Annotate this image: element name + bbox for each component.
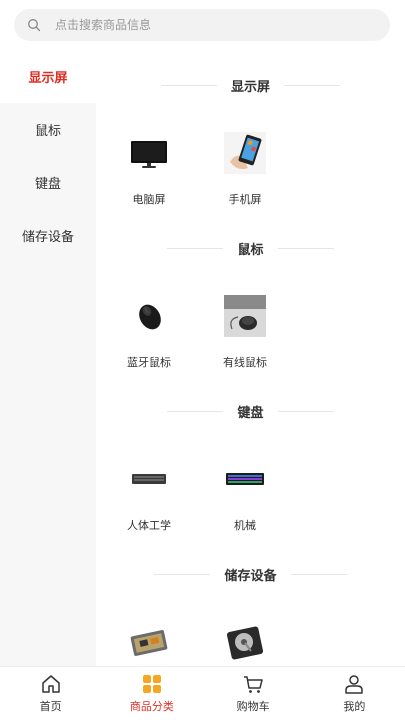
product-hard-drive[interactable] bbox=[205, 621, 285, 666]
product-mechanical-keyboard[interactable]: 机械 bbox=[205, 458, 285, 533]
product-name: 人体工学 bbox=[127, 519, 171, 532]
bottom-tab-bar: 首页 商品分类 购物车 我的 bbox=[0, 666, 405, 720]
product-ergonomic-keyboard[interactable]: 人体工学 bbox=[109, 458, 189, 533]
ergonomic-keyboard-image bbox=[132, 474, 166, 484]
section-title-text: 显示屏 bbox=[230, 79, 270, 95]
product-name: 电脑屏 bbox=[132, 193, 166, 206]
category-content: 显示屏 电脑屏 手机屏 鼠标 蓝牙鼠标 有线鼠标 键盘 人体工学 机械 储存设备 bbox=[96, 50, 405, 666]
section-title-text: 键盘 bbox=[237, 405, 264, 421]
search-input[interactable] bbox=[55, 18, 355, 32]
tab-label: 商品分类 bbox=[129, 700, 174, 713]
tab-category[interactable]: 商品分类 bbox=[101, 667, 202, 720]
search-icon bbox=[28, 19, 41, 32]
divider bbox=[277, 410, 334, 412]
memory-module-image bbox=[130, 630, 168, 656]
divider bbox=[167, 410, 224, 412]
sidebar-item-mouse[interactable]: 鼠标 bbox=[0, 103, 96, 156]
product-name: 手机屏 bbox=[228, 193, 262, 206]
product-wired-mouse[interactable]: 有线鼠标 bbox=[205, 295, 285, 370]
product-memory-module[interactable] bbox=[109, 621, 189, 666]
category-icon bbox=[142, 675, 161, 693]
mechanical-keyboard-image bbox=[226, 473, 264, 485]
search-bar bbox=[0, 0, 405, 50]
section-title-storage: 储存设备 bbox=[96, 564, 405, 584]
product-bluetooth-mouse[interactable]: 蓝牙鼠标 bbox=[109, 295, 189, 370]
monitor-image bbox=[131, 141, 167, 168]
tab-label: 首页 bbox=[39, 700, 62, 713]
product-name: 有线鼠标 bbox=[223, 356, 267, 369]
divider bbox=[290, 573, 347, 575]
tab-profile[interactable]: 我的 bbox=[304, 667, 405, 720]
divider bbox=[167, 247, 224, 249]
category-sidebar: 显示屏 鼠标 键盘 储存设备 bbox=[0, 50, 96, 666]
sidebar-item-storage[interactable]: 储存设备 bbox=[0, 209, 96, 262]
section-title-text: 储存设备 bbox=[224, 568, 277, 584]
home-icon bbox=[41, 675, 60, 693]
bluetooth-mouse-image bbox=[139, 304, 161, 330]
user-icon bbox=[345, 675, 364, 694]
divider bbox=[154, 573, 211, 575]
sidebar-item-display[interactable]: 显示屏 bbox=[0, 50, 96, 103]
tab-label: 我的 bbox=[343, 700, 366, 713]
section-title-display: 显示屏 bbox=[96, 75, 405, 95]
section-title-mouse: 鼠标 bbox=[96, 238, 405, 258]
tab-label: 购物车 bbox=[236, 700, 270, 713]
divider bbox=[277, 247, 334, 249]
hard-drive-image bbox=[226, 626, 264, 660]
product-phone-screen[interactable]: 手机屏 bbox=[205, 132, 285, 207]
section-title-keyboard: 键盘 bbox=[96, 401, 405, 421]
product-name: 蓝牙鼠标 bbox=[127, 356, 171, 369]
tab-cart[interactable]: 购物车 bbox=[203, 667, 304, 720]
section-title-text: 鼠标 bbox=[237, 242, 264, 258]
sidebar-item-keyboard[interactable]: 键盘 bbox=[0, 156, 96, 209]
wired-mouse-image bbox=[224, 295, 266, 337]
product-name: 机械 bbox=[234, 519, 256, 532]
tab-home[interactable]: 首页 bbox=[0, 667, 101, 720]
divider bbox=[284, 84, 340, 86]
cart-icon bbox=[244, 676, 263, 693]
divider bbox=[160, 84, 217, 86]
product-monitor[interactable]: 电脑屏 bbox=[109, 132, 189, 207]
search-box[interactable] bbox=[14, 9, 390, 41]
phone-image bbox=[224, 132, 266, 174]
